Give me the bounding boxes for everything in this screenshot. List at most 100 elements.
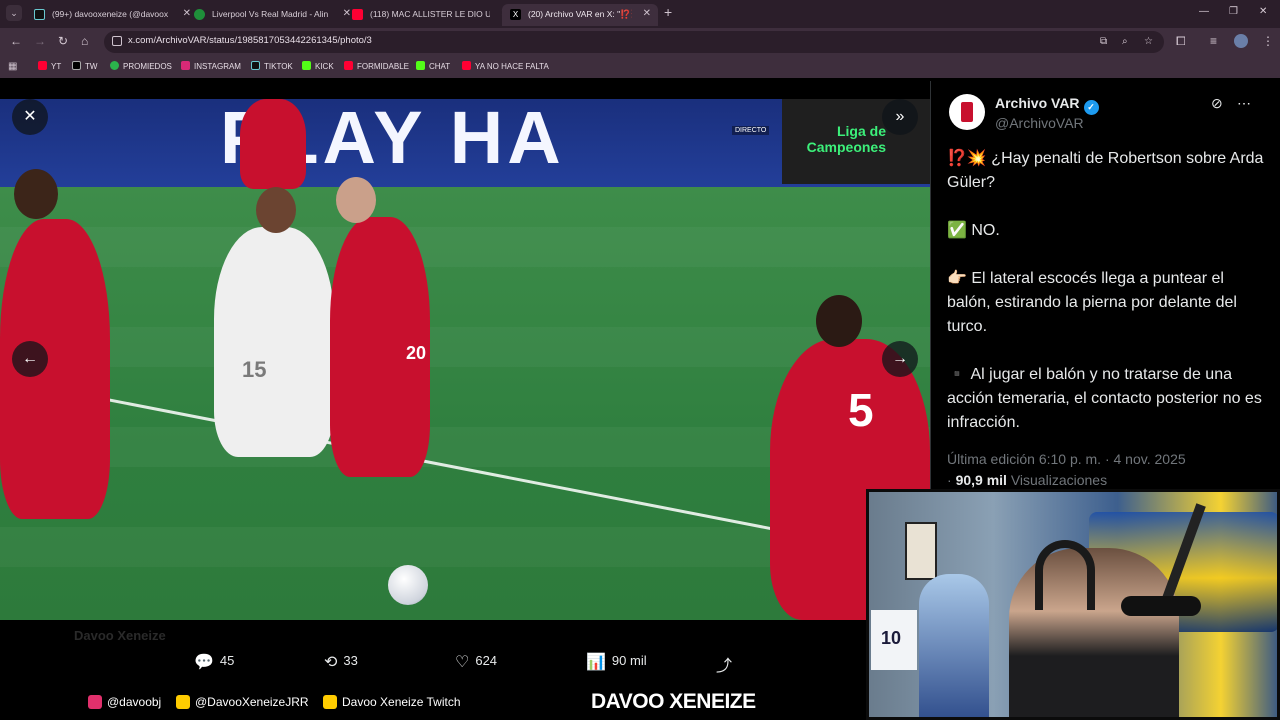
close-viewer-button[interactable]: ✕ [12, 99, 48, 135]
new-tab-button[interactable]: + [664, 4, 672, 20]
player-head [816, 295, 862, 347]
bookmark-label: CHAT [429, 62, 451, 71]
x-icon: X [510, 9, 521, 20]
zoom-icon[interactable]: ⌕ [1122, 36, 1128, 47]
tab-title: (20) Archivo VAR en X: "⁉️💥 ¿H [528, 9, 632, 19]
reload-button[interactable]: ↻ [58, 34, 68, 48]
media-controls-icon[interactable]: ≡ [1210, 34, 1217, 48]
expand-panel-button[interactable]: » [882, 99, 918, 135]
bookmark-label: TIKTOK [264, 62, 293, 71]
social-label: @DavooXeneizeJRR [195, 695, 309, 709]
more-options-icon[interactable]: ⋯ [1237, 95, 1251, 112]
author-name[interactable]: Archivo VAR ✓ [995, 95, 1099, 115]
bookmark-label: FORMIDABLE [357, 62, 410, 71]
repost-icon: ⟲ [324, 654, 338, 671]
player-head [336, 177, 376, 223]
author-handle[interactable]: @ArchivoVAR [995, 115, 1084, 131]
close-icon[interactable]: ✕ [643, 4, 651, 24]
social-twitter: @DavooXeneizeJRR [176, 695, 309, 709]
like-count: 624 [475, 653, 498, 668]
bookmark-formidable[interactable]: FORMIDABLE [344, 61, 409, 71]
author-avatar[interactable] [949, 94, 985, 130]
views-count: 90 mil [611, 653, 647, 668]
bookmark-label: PROMIEDOS [123, 62, 172, 71]
tab-1[interactable]: Liverpool Vs Real Madrid - Alin ✕ [186, 4, 358, 26]
x-icon [72, 61, 81, 70]
url-text[interactable]: x.com/ArchivoVAR/status/1985817053442261… [128, 35, 372, 46]
tab-0[interactable]: (99+) davooxeneize (@davoox ✕ [26, 4, 198, 26]
bookmark-label: TW [85, 62, 98, 71]
social-label: Davoo Xeneize Twitch [342, 695, 461, 709]
apps-grid-icon[interactable]: ▦ [8, 61, 17, 72]
share-button[interactable]: ⤴ [716, 652, 738, 676]
forward-button[interactable]: → [34, 34, 46, 48]
browser-tabstrip: ⌄ (99+) davooxeneize (@davoox ✕ Liverpoo… [0, 0, 1280, 28]
bookmark-star-icon[interactable]: ☆ [1144, 36, 1153, 47]
player-head [14, 169, 58, 219]
poster [905, 522, 937, 580]
site-icon [194, 9, 205, 20]
home-button[interactable]: ⌂ [81, 34, 88, 48]
jersey-number: 15 [242, 357, 267, 382]
pitch-stripe [0, 327, 930, 367]
extensions-icon[interactable]: ⧠ [1176, 34, 1186, 49]
social-label: @davoobj [107, 695, 162, 709]
restore-button[interactable]: ❐ [1229, 6, 1238, 17]
bookmark-instagram[interactable]: INSTAGRAM [181, 61, 241, 71]
headset [1035, 540, 1095, 610]
site-info-icon[interactable] [112, 36, 122, 46]
tiktok-icon [251, 61, 260, 70]
reply-button[interactable]: 💬 45 [194, 652, 234, 672]
bookmark-chat[interactable]: CHAT [416, 61, 450, 71]
views-button[interactable]: 📊 90 mil [586, 652, 647, 672]
social-instagram: @davoobj [88, 695, 161, 709]
twitter-bird-icon [176, 695, 190, 709]
bookmark-ya-no-hace-falta[interactable]: YA NO HACE FALTA [462, 61, 549, 71]
bookmark-tw[interactable]: TW [72, 61, 97, 71]
tab-title: Liverpool Vs Real Madrid - Alin [212, 9, 329, 19]
photo[interactable]: PLAY HA DIRECTO Liga de Campeones 15 20 … [0, 99, 930, 620]
player-head [256, 187, 296, 233]
statue-figure [919, 574, 989, 717]
jersey-number: 20 [406, 343, 427, 363]
bookmark-tiktok[interactable]: TIKTOK [251, 61, 293, 71]
live-badge: DIRECTO [732, 126, 770, 135]
player-defender: 20 [330, 217, 430, 477]
promiedos-icon [110, 61, 119, 70]
stream-footer: @davoobj @DavooXeneizeJRR Davoo Xeneize … [0, 686, 866, 720]
address-bar[interactable]: x.com/ArchivoVAR/status/1985817053442261… [104, 31, 1164, 53]
bookmark-label: INSTAGRAM [194, 62, 241, 71]
bookmark-promiedos[interactable]: PROMIEDOS [110, 61, 172, 71]
minimize-button[interactable]: — [1199, 6, 1209, 17]
tweet-text: ⁉️💥 ¿Hay penalti de Robertson sobre Arda… [947, 150, 1264, 431]
verified-badge-icon: ✓ [1083, 100, 1099, 115]
tab-title: (99+) davooxeneize (@davoox [52, 9, 169, 19]
profile-avatar[interactable] [1234, 34, 1248, 48]
screen: ⌄ (99+) davooxeneize (@davoox ✕ Liverpoo… [0, 0, 1280, 720]
menu-icon[interactable]: ⋮ [1262, 34, 1274, 48]
tab-2[interactable]: (118) MAC ALLISTER LE DIO UN ✕ [344, 4, 516, 26]
back-button[interactable]: ← [10, 34, 22, 48]
repost-button[interactable]: ⟲ 33 [324, 652, 358, 672]
tab-search-button[interactable]: ⌄ [6, 5, 22, 21]
window-close-button[interactable]: ✕ [1259, 6, 1267, 17]
views-label: Visualizaciones [1010, 472, 1108, 488]
pitch-stripe [0, 227, 930, 267]
instagram-icon [181, 61, 190, 70]
like-button[interactable]: ♡ 624 [455, 652, 497, 672]
next-photo-button[interactable]: → [882, 341, 918, 377]
tweet-views: · 90,9 mil Visualizaciones [947, 472, 1108, 488]
install-icon[interactable]: ⧉ [1100, 36, 1107, 47]
league-logo-text: Liga de Campeones [806, 123, 886, 155]
bookmark-kick[interactable]: KICK [302, 61, 334, 71]
grok-icon[interactable]: ⊘ [1211, 95, 1223, 112]
kick-icon [302, 61, 311, 70]
bookmark-yt[interactable]: YT [38, 61, 61, 71]
tiktok-icon [34, 9, 45, 20]
tweet-panel: Archivo VAR ✓ @ArchivoVAR ⊘ ⋯ ⁉️💥 ¿Hay pe… [930, 81, 1280, 493]
previous-photo-button[interactable]: ← [12, 341, 48, 377]
player-white: 15 [214, 227, 334, 457]
tweet-timestamp[interactable]: Última edición 6:10 p. m. · 4 nov. 2025 [947, 451, 1186, 467]
tab-3[interactable]: X (20) Archivo VAR en X: "⁉️💥 ¿H ✕ [502, 4, 658, 26]
youtube-icon [38, 61, 47, 70]
